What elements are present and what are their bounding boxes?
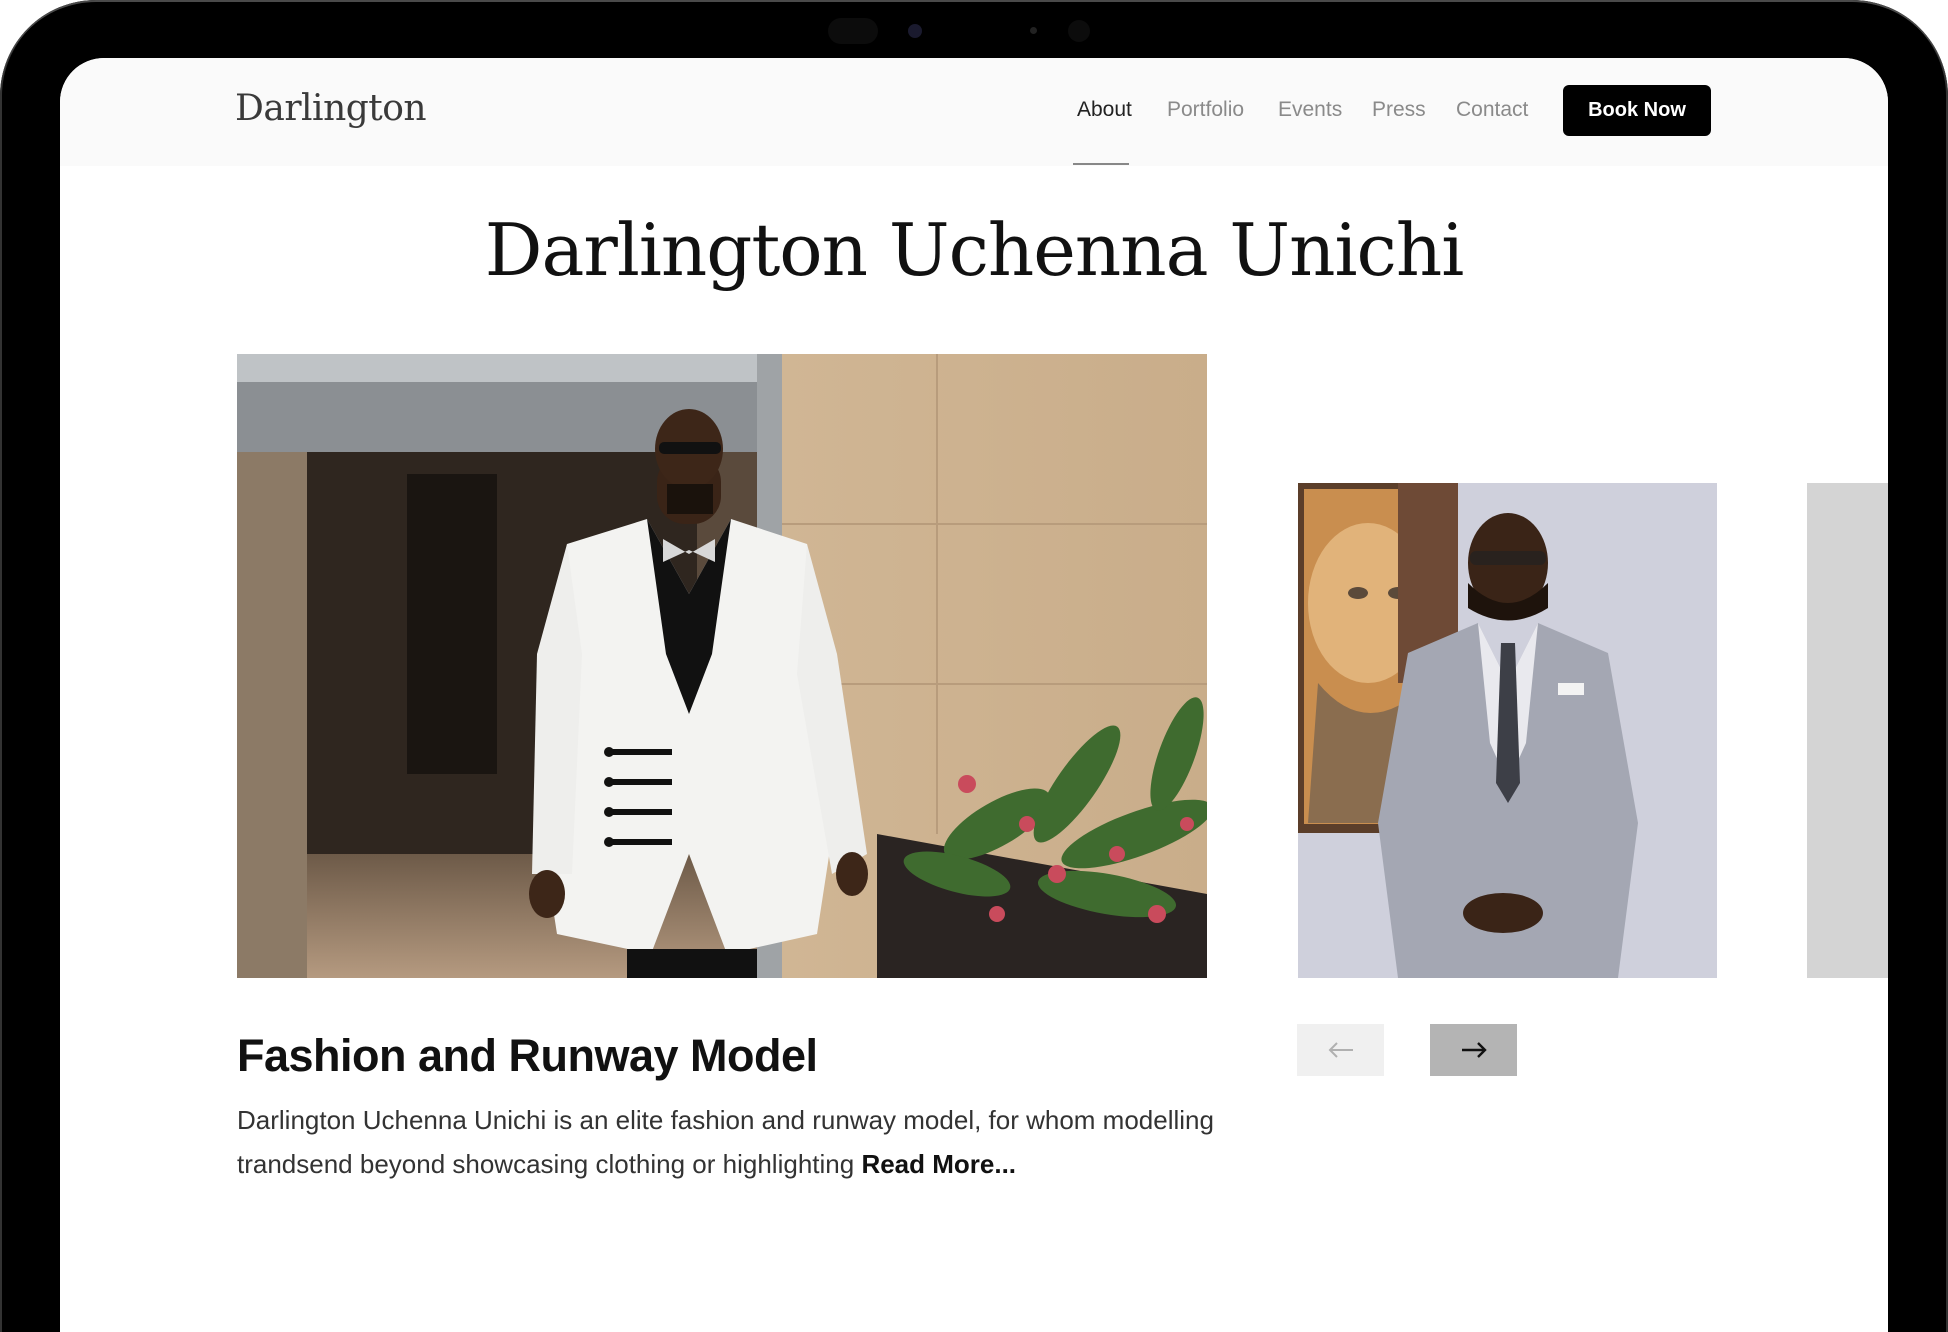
sensor-dot: [1030, 27, 1037, 34]
feature-title: Fashion and Runway Model: [237, 1030, 818, 1081]
site-header: Darlington About Portfolio Events Press …: [60, 58, 1888, 166]
sensor-circle: [1068, 20, 1090, 42]
featured-photo[interactable]: [237, 354, 1207, 978]
nav-item-about[interactable]: About: [1077, 98, 1132, 122]
nav-item-press[interactable]: Press: [1372, 98, 1426, 122]
camera-icon: [908, 24, 922, 38]
sensor-pill: [828, 18, 878, 44]
nav-item-contact[interactable]: Contact: [1456, 98, 1528, 122]
arrow-right-icon: [1461, 1042, 1487, 1058]
feature-description: Darlington Uchenna Unichi is an elite fa…: [237, 1098, 1217, 1186]
featured-photo-art: [237, 354, 1207, 978]
carousel-prev-button[interactable]: [1297, 1024, 1384, 1076]
arrow-left-icon: [1328, 1042, 1353, 1058]
book-now-button[interactable]: Book Now: [1563, 85, 1711, 136]
site-logo[interactable]: Darlington: [235, 88, 427, 129]
camera-bar: [0, 14, 1948, 48]
carousel-photo-3[interactable]: [1807, 483, 1888, 978]
nav-item-events[interactable]: Events: [1278, 98, 1342, 122]
carousel-next-button[interactable]: [1430, 1024, 1517, 1076]
read-more-link[interactable]: Read More...: [861, 1149, 1016, 1179]
tablet-frame: Darlington About Portfolio Events Press …: [0, 0, 1948, 1332]
carousel-photo-2-art: [1298, 483, 1717, 978]
feature-description-text: Darlington Uchenna Unichi is an elite fa…: [237, 1105, 1214, 1179]
nav-item-portfolio[interactable]: Portfolio: [1167, 98, 1244, 122]
screen: Darlington About Portfolio Events Press …: [60, 58, 1888, 1332]
nav-active-underline: [1073, 163, 1129, 165]
carousel-photo-2[interactable]: [1298, 483, 1717, 978]
page-title: Darlington Uchenna Unichi: [484, 208, 1464, 292]
